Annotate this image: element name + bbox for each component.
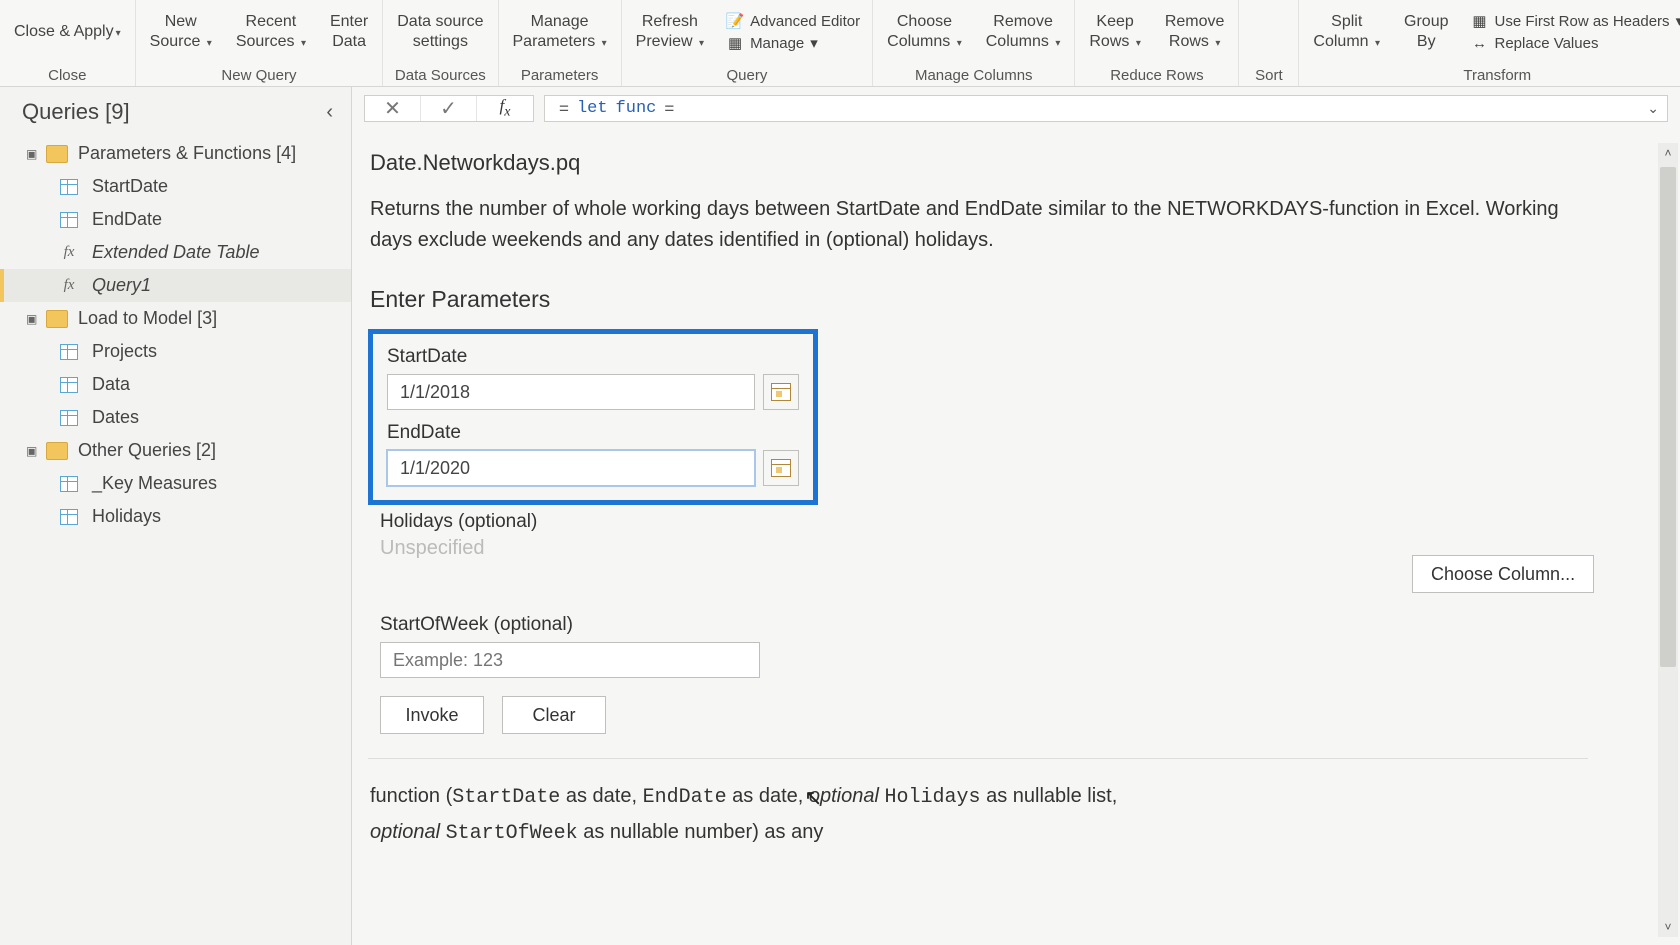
fx-icon: fx	[64, 277, 75, 294]
ribbon-group-transform: SplitColumn ▾ GroupBy ▦Use First Row as …	[1299, 0, 1680, 86]
tree-item[interactable]: fxQuery1	[0, 269, 351, 302]
formula-input[interactable]: = let func = ⌄	[544, 95, 1668, 122]
table-icon	[60, 179, 78, 195]
enddate-label: EndDate	[387, 422, 799, 444]
data-source-settings-button[interactable]: Data sourcesettings	[389, 10, 491, 54]
table-icon	[60, 377, 78, 393]
ribbon-group-query: RefreshPreview ▾ 📝Advanced Editor ▦Manag…	[622, 0, 873, 86]
tree-item[interactable]: Dates	[0, 401, 351, 434]
ribbon-group-parameters: ManageParameters ▾ Parameters	[499, 0, 622, 86]
refresh-preview-button[interactable]: RefreshPreview ▾	[628, 10, 712, 54]
startofweek-input[interactable]	[380, 642, 760, 678]
highlighted-parameters: StartDate EndDate	[368, 329, 818, 505]
formula-bar: ✕ ✓ fx = let func = ⌄	[352, 87, 1680, 130]
keep-rows-button[interactable]: KeepRows ▾	[1081, 10, 1148, 54]
choose-columns-ribbon-button[interactable]: ChooseColumns ▾	[879, 10, 970, 54]
remove-rows-button[interactable]: RemoveRows ▾	[1157, 10, 1233, 54]
tree-group[interactable]: ▣Other Queries [2]	[0, 434, 351, 467]
ribbon-group-newquery: NewSource ▾ RecentSources ▾ EnterData Ne…	[136, 0, 384, 86]
function-title: Date.Networkdays.pq	[368, 144, 1664, 194]
ribbon-group-label: Close	[48, 64, 86, 86]
ribbon-group-label: Parameters	[521, 64, 599, 86]
folder-icon	[46, 310, 68, 328]
choose-column-button[interactable]: Choose Column...	[1412, 555, 1594, 593]
table-icon	[60, 476, 78, 492]
advanced-editor-button[interactable]: 📝Advanced Editor	[726, 12, 860, 30]
tree-item[interactable]: Holidays	[0, 500, 351, 533]
enter-data-button[interactable]: EnterData	[322, 10, 376, 54]
first-row-headers-button[interactable]: ▦Use First Row as Headers ▾	[1471, 12, 1680, 30]
ribbon: Close & Apply▾ Close NewSource ▾ RecentS…	[0, 0, 1680, 87]
commit-formula-icon[interactable]: ✓	[421, 96, 477, 121]
ribbon-group-label: Query	[726, 64, 767, 86]
tree-item[interactable]: Data	[0, 368, 351, 401]
fx-icon[interactable]: fx	[477, 96, 533, 121]
function-signature: function (StartDate as date, EndDate as …	[368, 758, 1588, 859]
ribbon-group-sort: Sort	[1239, 0, 1299, 86]
startdate-label: StartDate	[387, 346, 799, 368]
queries-pane: Queries [9] ‹ ▣Parameters & Functions [4…	[0, 87, 352, 945]
expand-formula-icon[interactable]: ⌄	[1647, 100, 1659, 117]
invoke-button[interactable]: Invoke	[380, 696, 484, 734]
calendar-icon	[771, 383, 791, 401]
collapse-queries-icon[interactable]: ‹	[326, 101, 333, 124]
scroll-thumb[interactable]	[1660, 167, 1676, 667]
ribbon-group-label: Data Sources	[395, 64, 486, 86]
ribbon-group-label: Manage Columns	[915, 64, 1033, 86]
close-apply-button[interactable]: Close & Apply▾	[6, 20, 129, 44]
tree-item[interactable]: Projects	[0, 335, 351, 368]
ribbon-group-label: Transform	[1463, 64, 1531, 86]
formula-text: =	[664, 99, 674, 119]
manage-button[interactable]: ▦Manage ▾	[726, 34, 818, 52]
ribbon-group-managecols: ChooseColumns ▾ RemoveColumns ▾ Manage C…	[873, 0, 1075, 86]
queries-title: Queries [9]	[22, 99, 130, 125]
table-icon	[60, 212, 78, 228]
content-area: ✕ ✓ fx = let func = ⌄ Date.Networkdays.p…	[352, 87, 1680, 945]
startdate-input[interactable]	[387, 374, 755, 410]
formula-text: func	[616, 99, 657, 118]
replace-values-button[interactable]: ↔Replace Values	[1471, 34, 1599, 52]
ribbon-group-label: New Query	[221, 64, 296, 86]
formula-text: let	[577, 99, 608, 118]
clear-button[interactable]: Clear	[502, 696, 606, 734]
scroll-down-icon[interactable]: ˅	[1658, 917, 1678, 937]
tree-group[interactable]: ▣Load to Model [3]	[0, 302, 351, 335]
holidays-label: Holidays (optional)	[380, 511, 1664, 533]
tree-item[interactable]: StartDate	[0, 170, 351, 203]
function-description: Returns the number of whole working days…	[368, 194, 1588, 286]
cancel-formula-icon[interactable]: ✕	[365, 96, 421, 121]
queries-tree: ▣Parameters & Functions [4]StartDateEndD…	[0, 133, 351, 537]
table-icon	[60, 344, 78, 360]
startofweek-label: StartOfWeek (optional)	[380, 614, 1664, 636]
calendar-icon	[771, 459, 791, 477]
enter-parameters-heading: Enter Parameters	[368, 286, 1664, 329]
startdate-calendar-button[interactable]	[763, 374, 799, 410]
ribbon-group-close: Close & Apply▾ Close	[0, 0, 136, 86]
ribbon-group-datasources: Data sourcesettings Data Sources	[383, 0, 498, 86]
tree-item[interactable]: _Key Measures	[0, 467, 351, 500]
ribbon-group-label: Reduce Rows	[1110, 64, 1203, 86]
enddate-calendar-button[interactable]	[763, 450, 799, 486]
table-icon	[60, 410, 78, 426]
enddate-input[interactable]	[387, 450, 755, 486]
group-by-button[interactable]: GroupBy	[1396, 10, 1456, 54]
vertical-scrollbar[interactable]: ˄ ˅	[1658, 143, 1678, 937]
tree-item[interactable]: EndDate	[0, 203, 351, 236]
scroll-up-icon[interactable]: ˄	[1658, 143, 1678, 163]
ribbon-group-reducerows: KeepRows ▾ RemoveRows ▾ Reduce Rows	[1075, 0, 1239, 86]
folder-icon	[46, 145, 68, 163]
remove-columns-button[interactable]: RemoveColumns ▾	[978, 10, 1069, 54]
new-source-button[interactable]: NewSource ▾	[142, 10, 220, 54]
manage-parameters-button[interactable]: ManageParameters ▾	[505, 10, 615, 54]
tree-item[interactable]: fxExtended Date Table	[0, 236, 351, 269]
ribbon-group-label: Sort	[1255, 64, 1283, 86]
table-icon	[60, 509, 78, 525]
folder-icon	[46, 442, 68, 460]
split-column-button[interactable]: SplitColumn ▾	[1305, 10, 1388, 54]
recent-sources-button[interactable]: RecentSources ▾	[228, 10, 314, 54]
formula-text: =	[559, 99, 569, 119]
tree-group[interactable]: ▣Parameters & Functions [4]	[0, 137, 351, 170]
fx-icon: fx	[64, 244, 75, 261]
